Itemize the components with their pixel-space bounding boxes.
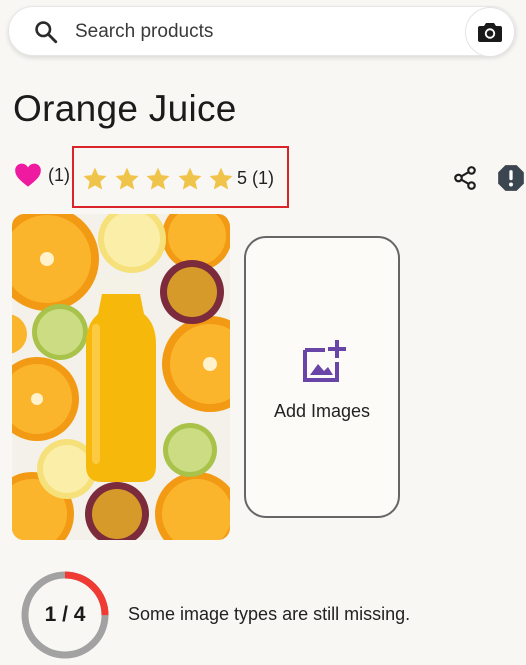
star-icon xyxy=(83,167,107,190)
star-icon xyxy=(146,167,170,190)
camera-icon xyxy=(478,23,502,42)
camera-button[interactable] xyxy=(465,7,515,57)
add-images-label: Add Images xyxy=(273,401,371,421)
favorite-button[interactable]: (1) xyxy=(14,162,70,188)
star-icon xyxy=(209,167,233,190)
rating-text: 5 (1) xyxy=(237,168,275,188)
rating-section[interactable]: 5 (1) xyxy=(72,146,289,208)
add-image-icon xyxy=(303,340,346,382)
progress-text: 1 / 4 xyxy=(44,603,86,626)
search-icon xyxy=(35,21,58,44)
search-bar[interactable] xyxy=(8,6,516,57)
product-title: Orange Juice xyxy=(13,88,237,129)
product-image[interactable] xyxy=(12,214,230,540)
star-rating xyxy=(82,166,240,192)
search-input[interactable] xyxy=(73,15,457,49)
favorite-count: (1) xyxy=(48,164,70,185)
heart-icon xyxy=(15,163,41,187)
add-images-button[interactable]: Add Images xyxy=(244,236,400,518)
star-icon xyxy=(115,167,138,190)
star-icon xyxy=(178,167,201,190)
report-icon[interactable] xyxy=(497,164,525,192)
share-icon[interactable] xyxy=(452,165,478,191)
missing-images-message: Some image types are still missing. xyxy=(128,604,411,624)
orange-juice-illustration xyxy=(12,214,230,540)
